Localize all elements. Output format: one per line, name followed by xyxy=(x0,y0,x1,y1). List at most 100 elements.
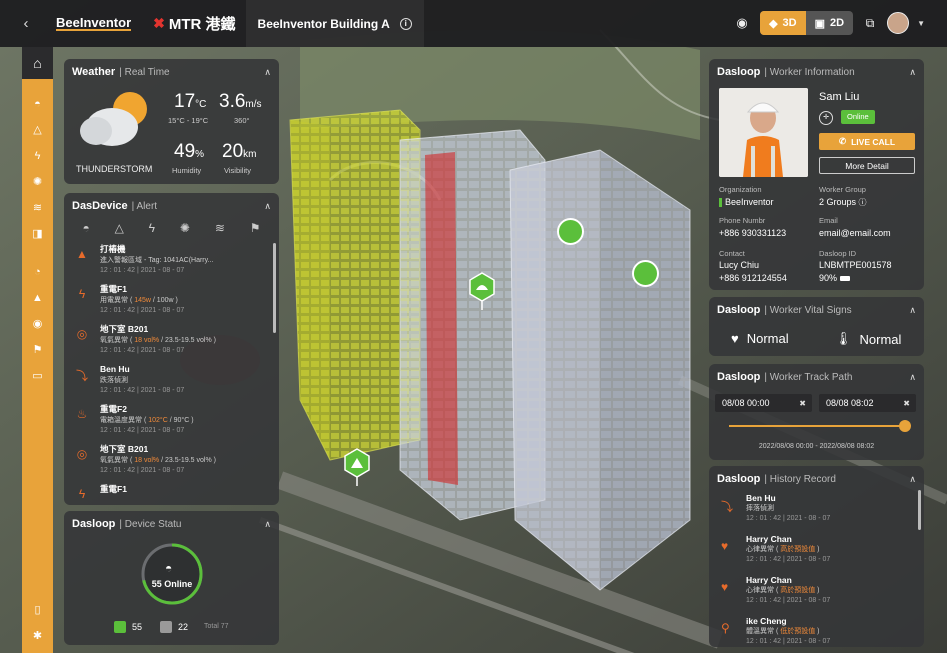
view-2d-button[interactable]: ▣ 2D xyxy=(806,11,853,35)
alert-item[interactable]: ▲ 打樁機 進入警報區域 - Tag: 1041AC(Harry... 12 : 01… xyxy=(64,243,274,283)
more-detail-button[interactable]: More Detail xyxy=(819,157,915,174)
flag-icon[interactable]: ⚑ xyxy=(22,337,53,363)
site-selector[interactable]: BeeInventor Building A i xyxy=(245,0,424,47)
collapse-icon[interactable]: ∧ xyxy=(909,474,916,485)
collapse-icon[interactable]: ∧ xyxy=(264,519,271,530)
home-icon[interactable]: ⌂ xyxy=(22,47,53,79)
alert-item[interactable]: ϟ 重電F1 用電異常 ( 145w / 100w ) 12 : 01 : 42 | … xyxy=(64,283,274,323)
map-pin-airflow[interactable] xyxy=(632,260,659,287)
map-pin-helmet[interactable] xyxy=(469,272,495,310)
pie-icon[interactable]: ◔ xyxy=(22,259,53,285)
airflow-icon[interactable]: ≋ xyxy=(215,221,225,235)
alert-scrollbar[interactable] xyxy=(273,243,276,333)
helmet-icon[interactable]: ◓ xyxy=(22,91,53,117)
collapse-icon[interactable]: ∧ xyxy=(909,67,916,78)
flag-icon[interactable]: ⚑ xyxy=(250,221,261,235)
panel-subtitle: | Worker Information xyxy=(764,66,855,78)
thunderstorm-icon xyxy=(80,92,147,146)
power-icon: ϟ xyxy=(78,487,86,498)
item-timestamp: 12 : 01 : 42 | 2021 - 08 - 07 xyxy=(746,597,831,604)
device-status-header[interactable]: Dasloop | Device Statu ∧ xyxy=(64,511,279,537)
track-path-header[interactable]: Dasloop | Worker Track Path ∧ xyxy=(709,364,924,390)
info-icon[interactable]: ⓘ xyxy=(859,198,867,207)
chevron-left-icon[interactable]: ‹ xyxy=(14,15,38,32)
temp-number: 17 xyxy=(174,91,196,112)
wind-number: 3.6 xyxy=(219,91,246,112)
view-3d-button[interactable]: ◆ 3D xyxy=(760,11,806,35)
document-icon[interactable]: ▭ xyxy=(22,363,53,389)
clear-icon[interactable]: ✖ xyxy=(799,399,806,408)
alert-item[interactable]: ◎ 地下室 B201 氧氣異常 ( 18 vol% / 23.5-19.5 vol%… xyxy=(64,323,274,363)
item-description-suffix: ) xyxy=(815,587,820,594)
locate-icon[interactable]: ✛ xyxy=(819,111,833,125)
power-icon[interactable]: ϟ xyxy=(22,143,53,169)
gas-icon[interactable]: △ xyxy=(115,221,124,235)
user-avatar[interactable] xyxy=(887,12,910,34)
track-slider[interactable] xyxy=(729,420,911,432)
alert-list[interactable]: ▲ 打樁機 進入警報區域 - Tag: 1041AC(Harry... 12 : 01… xyxy=(64,243,274,498)
device-filter-tabs: ◓ △ ϟ ✺ ≋ ⚑ xyxy=(64,219,279,241)
chevron-down-icon[interactable]: ▼ xyxy=(917,19,925,28)
worker-info-header[interactable]: Dasloop | Worker Information ∧ xyxy=(709,59,924,85)
item-title: 地下室 B201 xyxy=(100,444,149,454)
track-slider-handle[interactable] xyxy=(899,420,911,432)
clear-icon[interactable]: ✖ xyxy=(903,399,910,408)
item-description: 體溫異常 ( 低於預設值 ) xyxy=(746,627,919,637)
email-value: email@email.com xyxy=(819,228,891,238)
offline-count: 22 xyxy=(178,622,189,632)
panel-title: Weather xyxy=(72,66,116,78)
panel-subtitle: | History Record xyxy=(764,473,836,485)
airflow-icon[interactable]: ≋ xyxy=(22,195,53,221)
history-item[interactable]: ⤵ Ben Hu 摔落偵測 12 : 01 : 42 | 2021 - 08 - 07 xyxy=(709,490,919,531)
end-time-input[interactable]: 08/08 08:02 ✖ xyxy=(819,394,916,412)
gas-icon[interactable]: △ xyxy=(22,117,53,143)
sensor-icon[interactable]: ✺ xyxy=(180,221,190,235)
item-description-text: 跌落偵測 xyxy=(100,377,128,384)
dasdevice-header[interactable]: DasDevice | Alert ∧ xyxy=(64,193,279,219)
sensor-icon[interactable]: ✺ xyxy=(22,169,53,195)
phone-value: +886 930331123 xyxy=(719,228,787,238)
contact-name: Lucy Chiu xyxy=(719,260,760,270)
eye-icon[interactable]: ◉ xyxy=(732,15,752,31)
panel-subtitle-text: Device Statu xyxy=(124,518,182,530)
thermometer-icon: ⚲ xyxy=(721,621,730,635)
start-time-input[interactable]: 08/08 00:00 ✖ xyxy=(715,394,812,412)
broadcast-icon[interactable]: ◉ xyxy=(22,311,53,337)
collapse-icon[interactable]: ∧ xyxy=(909,372,916,383)
live-call-button[interactable]: ✆ LIVE CALL xyxy=(819,133,915,150)
alert-item[interactable]: ⤵ Ben Hu 跌落偵測 12 : 01 : 42 | 2021 - 08 - 07 xyxy=(64,363,274,403)
collapse-icon[interactable]: ∧ xyxy=(264,201,271,212)
panel-subtitle: | Worker Vital Signs xyxy=(764,304,852,316)
map-pin-gas[interactable] xyxy=(344,448,370,486)
collapse-icon[interactable]: ∧ xyxy=(909,305,916,316)
vital-signs-header[interactable]: Dasloop | Worker Vital Signs ∧ xyxy=(709,297,924,323)
track-range-label: 2022/08/08 00:00 - 2022/08/08 08:02 xyxy=(758,443,875,450)
history-item[interactable]: ♥ Harry Chan 心律異常 ( 高於預設值 ) 12 : 01 : 42 | … xyxy=(709,531,919,572)
power-icon[interactable]: ϟ xyxy=(149,221,155,235)
item-title: 地下室 B201 xyxy=(100,324,149,334)
item-highlight-value: 18 vol% xyxy=(134,337,160,344)
alert-icon[interactable]: ▲ xyxy=(22,285,53,311)
settings-icon[interactable]: ✱ xyxy=(22,623,53,649)
alert-item[interactable]: ϟ 重電F1 xyxy=(64,483,274,498)
item-highlight-value: 102°C xyxy=(148,417,168,424)
info-icon[interactable]: i xyxy=(399,17,412,30)
item-description: 心律異常 ( 高於預設值 ) xyxy=(746,545,919,555)
map-pin-camera[interactable] xyxy=(557,218,584,245)
camera-icon[interactable]: ◨ xyxy=(22,221,53,247)
helmet-icon[interactable]: ◓ xyxy=(82,221,89,235)
history-item[interactable]: ⚲ ike Cheng 體溫異常 ( 低於預設值 ) 12 : 01 : 42 | 2… xyxy=(709,613,919,647)
external-link-icon[interactable]: ⧉ xyxy=(861,16,879,31)
book-icon[interactable]: ▯ xyxy=(22,597,53,623)
history-scrollbar[interactable] xyxy=(918,490,921,530)
alert-item[interactable]: ◎ 地下室 B201 氧氣異常 ( 18 vol% / 23.5-19.5 vol%… xyxy=(64,443,274,483)
history-record-header[interactable]: Dasloop | History Record ∧ xyxy=(709,466,924,492)
item-description: 用電異常 ( 145w / 100w ) xyxy=(100,295,274,306)
alert-item[interactable]: ♨ 重電F2 電箱溫度異常 ( 102°C / 90°C ) 12 : 01 : 42… xyxy=(64,403,274,443)
view-3d-label: 3D xyxy=(782,17,797,29)
history-list[interactable]: ⤵ Ben Hu 摔落偵測 12 : 01 : 42 | 2021 - 08 - 07… xyxy=(709,490,919,647)
weather-header[interactable]: Weather | Real Time ∧ xyxy=(64,59,279,85)
history-item[interactable]: ♥ Harry Chan 心律異常 ( 高於預設值 ) 12 : 01 : 42 | … xyxy=(709,572,919,613)
collapse-icon[interactable]: ∧ xyxy=(264,67,271,78)
online-count: 55 xyxy=(132,622,143,632)
